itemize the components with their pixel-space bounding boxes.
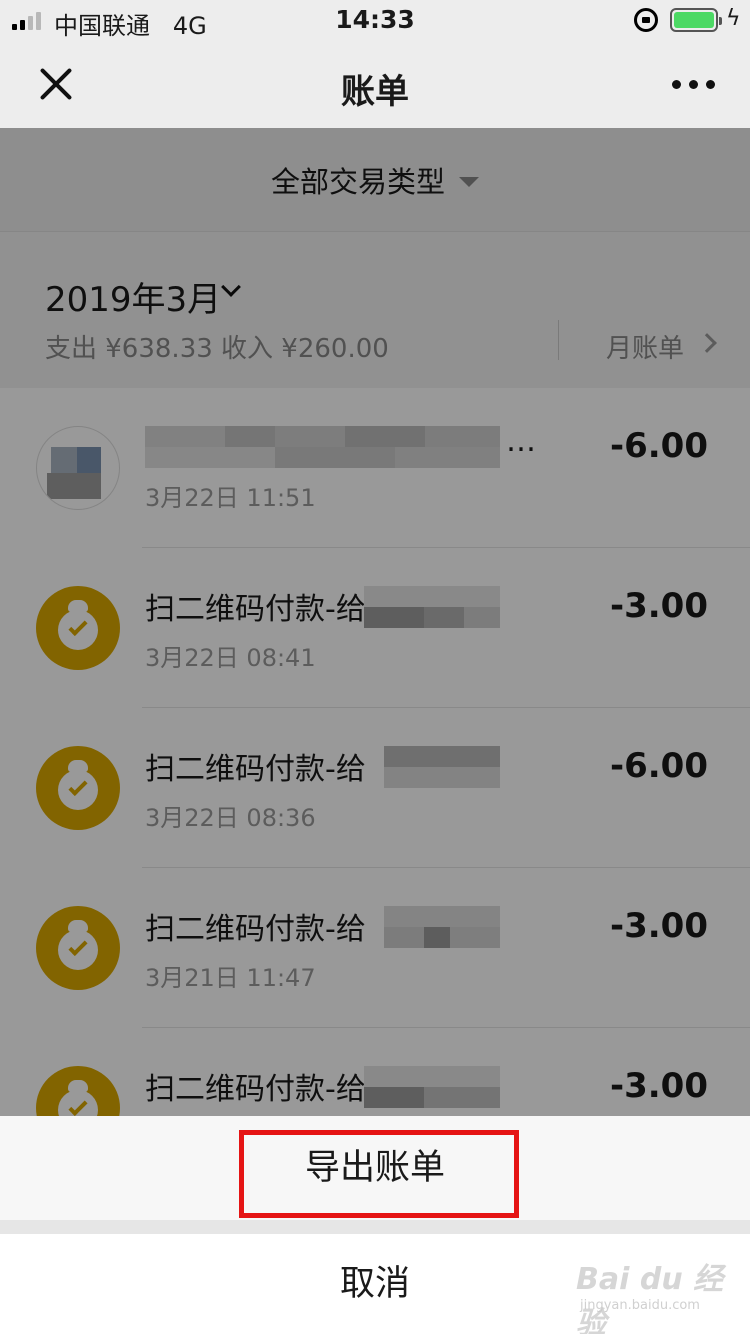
page-title: 账单 [341,72,409,112]
highlight-box [239,1130,519,1218]
sheet-separator [0,1220,750,1234]
nav-bar: 账单 [0,40,750,128]
status-bar: 中国联通 4G 14:33 ϟ [0,0,750,40]
battery-icon [670,8,722,32]
watermark-logo: Bai du 经验 [576,1262,724,1334]
rotation-lock-icon [634,8,658,32]
charging-icon: ϟ [726,6,741,31]
more-icon[interactable] [672,80,715,89]
watermark-url: jingyan.baidu.com [580,1298,700,1313]
